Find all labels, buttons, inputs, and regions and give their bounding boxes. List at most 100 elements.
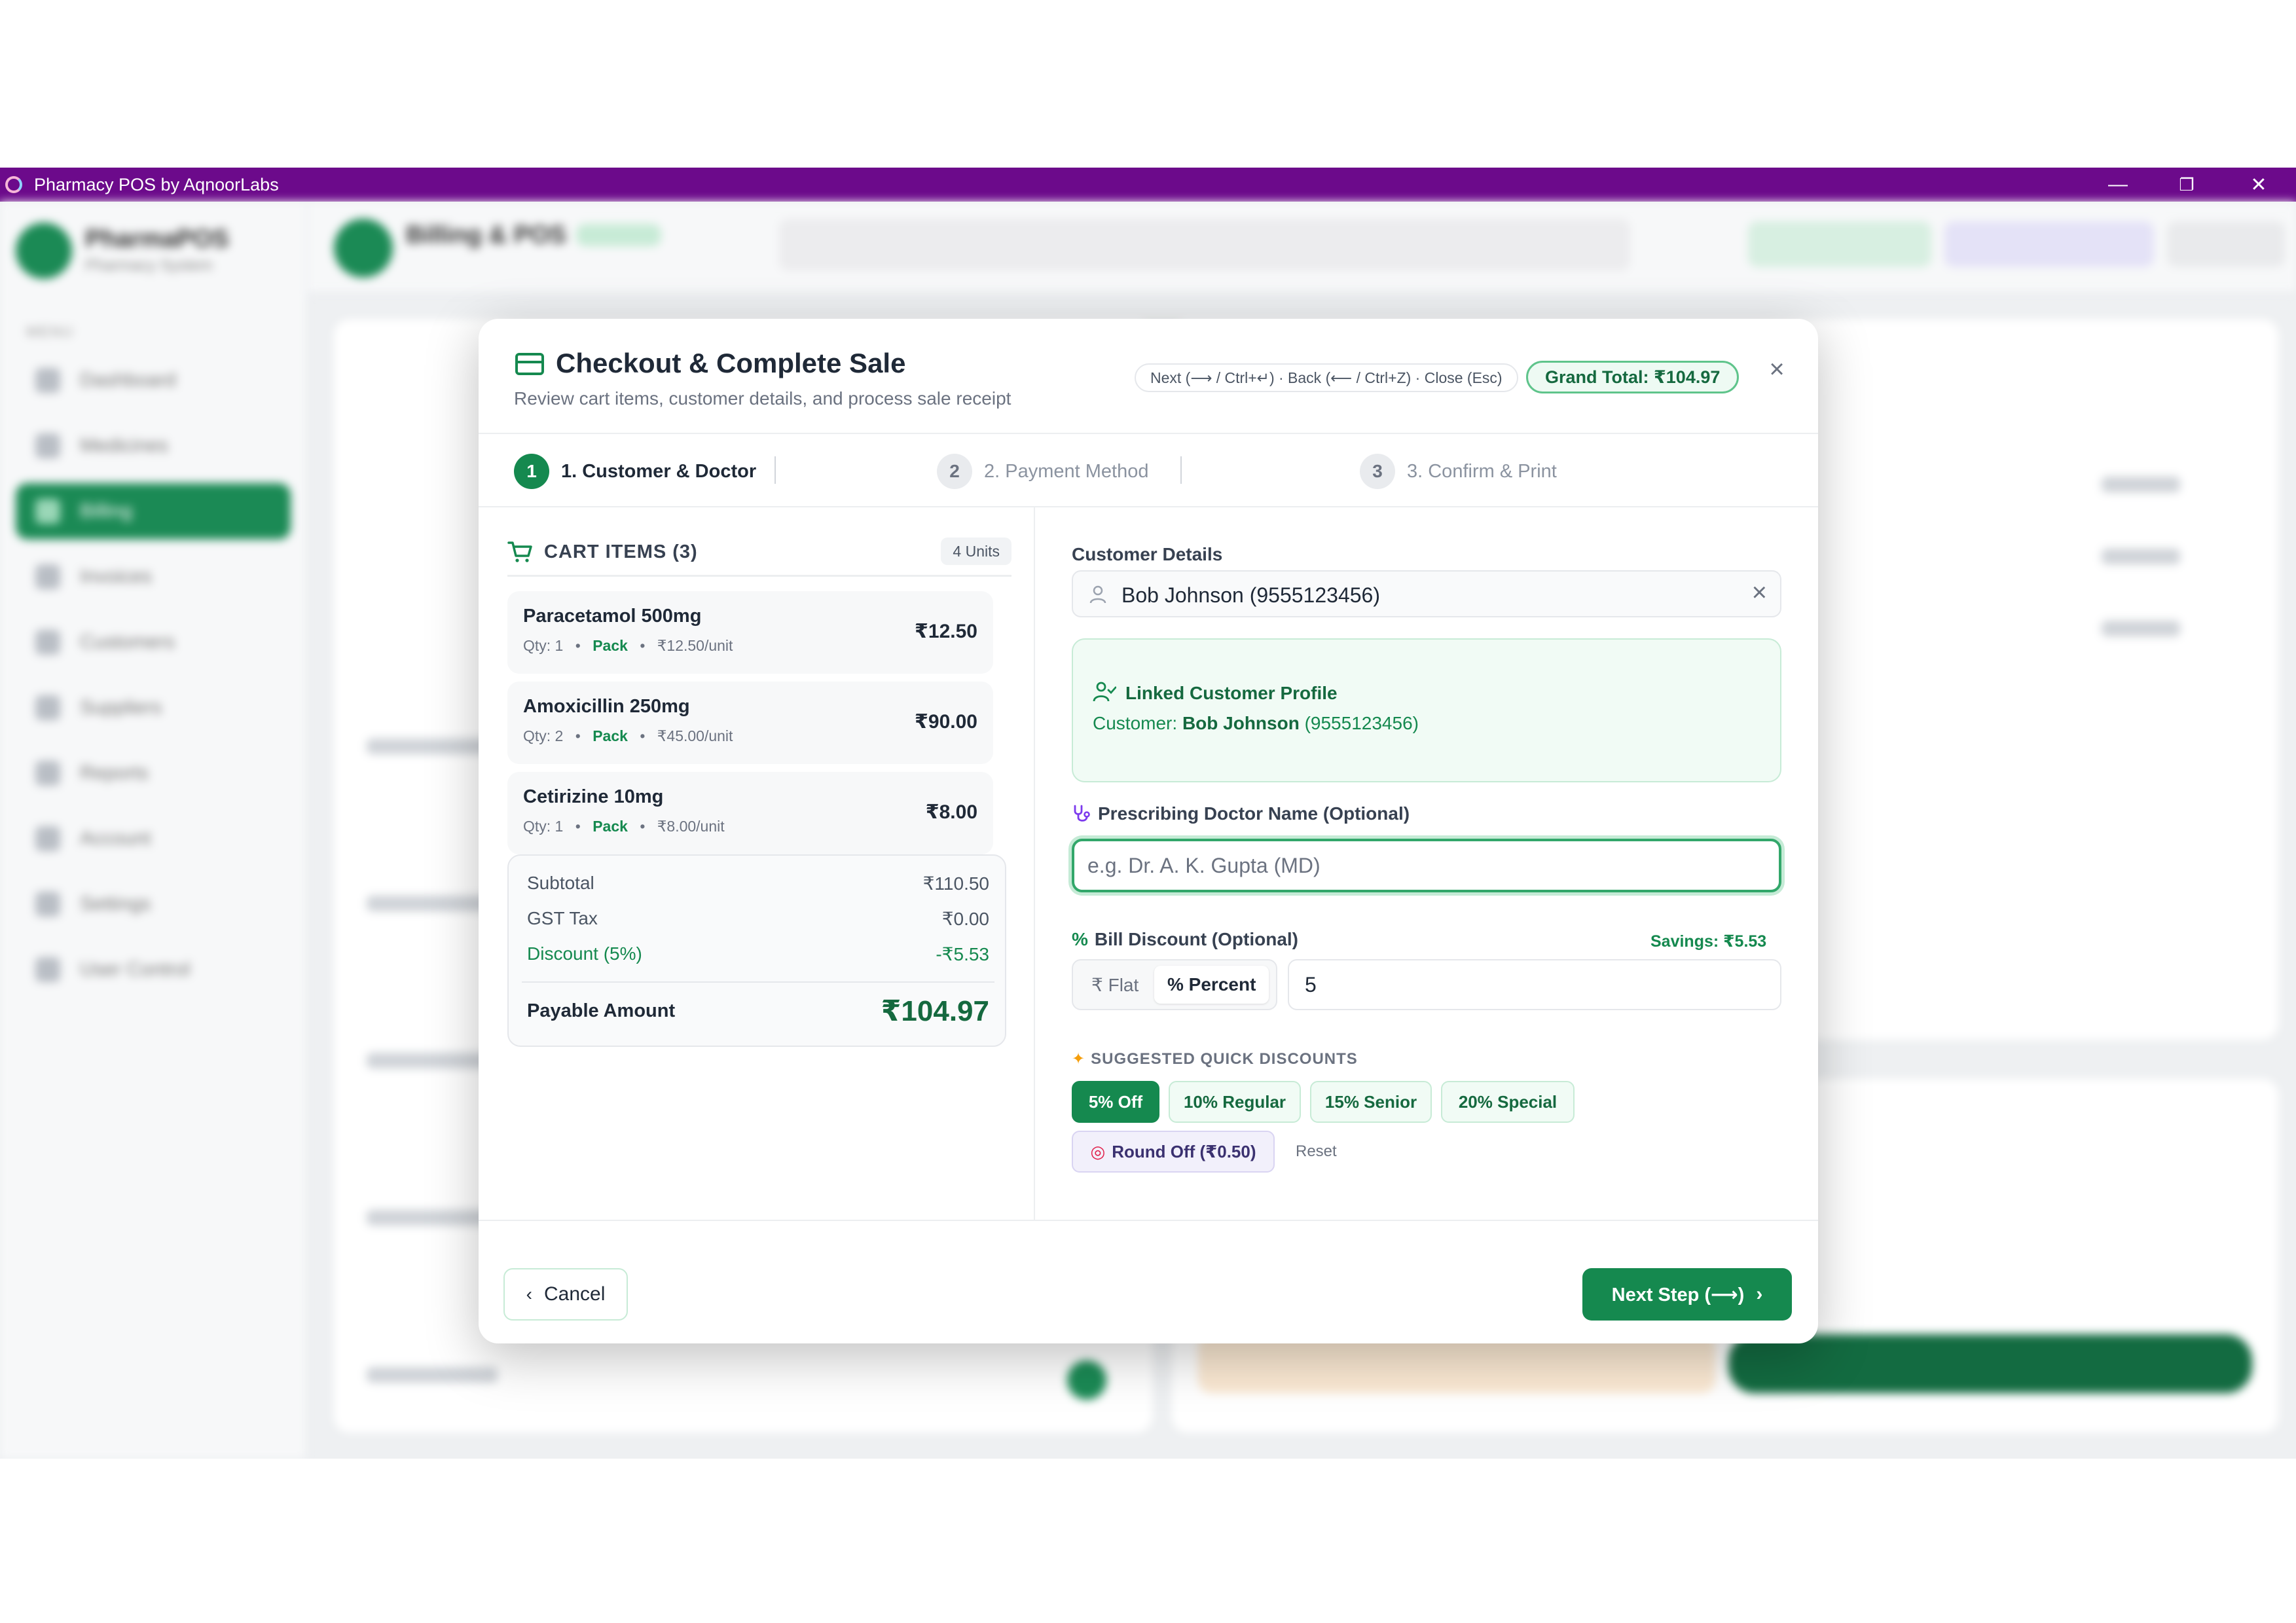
cart-item: Amoxicillin 250mg Qty: 2 • Pack • ₹45.00… bbox=[507, 682, 993, 764]
truck-icon bbox=[35, 695, 60, 720]
reports-icon bbox=[35, 761, 60, 786]
percent-mode-button[interactable]: % Percent bbox=[1154, 966, 1269, 1004]
item-price: ₹90.00 bbox=[915, 711, 977, 733]
bill-summary: Subtotal ₹110.50 GST Tax ₹0.00 Discount … bbox=[507, 854, 1006, 1047]
close-window-icon[interactable]: ✕ bbox=[2226, 168, 2291, 202]
customer-field[interactable]: Bob Johnson (9555123456) × bbox=[1072, 570, 1781, 617]
discount-value-input[interactable]: 5 bbox=[1288, 959, 1781, 1010]
placeholder-line bbox=[2102, 477, 2180, 492]
linked-profile-detail: Customer: Bob Johnson (9555123456) bbox=[1093, 713, 1419, 734]
cart-header: CART ITEMS (3) 4 Units bbox=[507, 538, 1011, 577]
chevron-left-icon: ‹ bbox=[526, 1284, 532, 1304]
stethoscope-icon bbox=[1074, 805, 1090, 822]
sidebar-item-label: Account bbox=[80, 828, 151, 849]
customer-search-input[interactable] bbox=[779, 219, 1630, 271]
sidebar-item-billing[interactable]: Billing bbox=[16, 483, 291, 539]
sidebar-menu-label: MENU bbox=[26, 323, 74, 340]
step-divider bbox=[774, 456, 776, 484]
item-unit-price: ₹45.00/unit bbox=[657, 727, 733, 744]
flat-mode-button[interactable]: ₹ Flat bbox=[1078, 966, 1152, 1004]
sidebar-item-dashboard[interactable]: Dashboard bbox=[16, 352, 291, 409]
sidebar-item-user-control[interactable]: User Control bbox=[16, 941, 291, 998]
linked-profile-title: Linked Customer Profile bbox=[1125, 683, 1338, 703]
modal-subtitle: Review cart items, customer details, and… bbox=[514, 388, 1011, 409]
dashboard-icon bbox=[35, 368, 60, 393]
next-step-button[interactable]: Next Step (⟶) › bbox=[1582, 1268, 1792, 1321]
recent-bills-button[interactable] bbox=[1748, 221, 1931, 267]
quick-discounts-label: ✦ SUGGESTED QUICK DISCOUNTS bbox=[1072, 1049, 1358, 1068]
round-off-button[interactable]: ◎ Round Off (₹0.50) bbox=[1072, 1131, 1275, 1173]
discount-label: Discount (5%) bbox=[527, 943, 642, 964]
gear-icon bbox=[35, 892, 60, 917]
restore-icon[interactable]: ❐ bbox=[2154, 168, 2219, 202]
next-step-label: Next Step (⟶) bbox=[1611, 1284, 1745, 1305]
step-label: 2. Payment Method bbox=[984, 460, 1149, 482]
customer-column: Customer Details Bob Johnson (9555123456… bbox=[1035, 507, 1818, 1220]
item-price: ₹12.50 bbox=[915, 621, 977, 642]
keyboard-shortcuts-hint: Next (⟶ / Ctrl+↵) · Back (⟵ / Ctrl+Z) · … bbox=[1135, 363, 1518, 392]
page-header: Billing & POS bbox=[308, 202, 2296, 293]
gst-label: GST Tax bbox=[527, 908, 598, 928]
reset-discount-link[interactable]: Reset bbox=[1296, 1142, 1337, 1161]
placeholder-line bbox=[2102, 621, 2180, 636]
sidebar-item-suppliers[interactable]: Suppliers bbox=[16, 680, 291, 736]
account-icon bbox=[35, 826, 60, 851]
clear-customer-icon[interactable]: × bbox=[1752, 578, 1767, 608]
shortcuts-button[interactable] bbox=[2167, 221, 2285, 267]
chip-15-senior[interactable]: 15% Senior bbox=[1310, 1081, 1432, 1123]
linked-name: Bob Johnson bbox=[1182, 713, 1300, 733]
step-confirm-print[interactable]: 3 3. Confirm & Print bbox=[1360, 454, 1557, 489]
modal-title: Checkout & Complete Sale bbox=[556, 348, 906, 378]
item-meta: Qty: 2 • Pack • ₹45.00/unit bbox=[523, 727, 733, 745]
modal-footer: ‹ Cancel Next Step (⟶) › bbox=[479, 1220, 1818, 1343]
item-unit-price: ₹8.00/unit bbox=[657, 818, 725, 835]
doctor-name-input[interactable] bbox=[1072, 839, 1781, 892]
page-title: Billing & POS bbox=[406, 221, 566, 249]
item-pack: Pack bbox=[592, 637, 628, 654]
cancel-button[interactable]: ‹ Cancel bbox=[503, 1268, 628, 1321]
sidebar-item-invoices[interactable]: Invoices bbox=[16, 549, 291, 605]
add-item-button[interactable] bbox=[1067, 1360, 1106, 1400]
item-name: Paracetamol 500mg bbox=[523, 606, 702, 627]
app-logo-icon bbox=[5, 176, 22, 193]
header-logo bbox=[334, 219, 393, 278]
doctor-label-text: Prescribing Doctor Name (Optional) bbox=[1098, 803, 1410, 824]
close-icon[interactable]: × bbox=[1760, 353, 1793, 386]
chip-10-regular[interactable]: 10% Regular bbox=[1169, 1081, 1301, 1123]
cart-item: Cetirizine 10mg Qty: 1 • Pack • ₹8.00/un… bbox=[507, 772, 993, 854]
sidebar-item-settings[interactable]: Settings bbox=[16, 876, 291, 932]
gst-row: GST Tax ₹0.00 bbox=[527, 908, 989, 930]
item-name: Amoxicillin 250mg bbox=[523, 696, 690, 717]
sidebar: PharmaPOS Pharmacy System MENU Dashboard… bbox=[0, 202, 308, 1459]
doctor-label: Prescribing Doctor Name (Optional) bbox=[1072, 803, 1410, 824]
divider bbox=[522, 981, 994, 983]
chip-20-special[interactable]: 20% Special bbox=[1441, 1081, 1575, 1123]
discount-value: -₹5.53 bbox=[936, 944, 989, 964]
brand-logo bbox=[16, 223, 72, 279]
placeholder-line bbox=[367, 739, 498, 754]
placeholder-line bbox=[367, 1367, 498, 1383]
item-name: Cetirizine 10mg bbox=[523, 786, 664, 807]
item-price: ₹8.00 bbox=[925, 801, 977, 823]
target-icon: ◎ bbox=[1090, 1141, 1106, 1161]
sidebar-item-label: Dashboard bbox=[80, 369, 176, 391]
step-payment-method[interactable]: 2 2. Payment Method bbox=[937, 454, 1148, 489]
step-customer-doctor[interactable]: 1 1. Customer & Doctor bbox=[514, 454, 756, 489]
sidebar-item-medicines[interactable]: Medicines bbox=[16, 418, 291, 474]
status-badge bbox=[576, 224, 661, 246]
counter-setup-button[interactable] bbox=[1944, 221, 2154, 267]
round-off-label: Round Off (₹0.50) bbox=[1112, 1141, 1256, 1161]
minimize-icon[interactable]: — bbox=[2085, 168, 2151, 202]
chevron-right-icon: › bbox=[1756, 1283, 1763, 1305]
item-pack: Pack bbox=[592, 818, 628, 835]
sidebar-item-label: Billing bbox=[80, 500, 133, 522]
sidebar-item-account[interactable]: Account bbox=[16, 811, 291, 867]
units-badge: 4 Units bbox=[941, 538, 1011, 565]
quick-discounts-label-text: SUGGESTED QUICK DISCOUNTS bbox=[1091, 1050, 1358, 1068]
sidebar-item-label: Customers bbox=[80, 631, 175, 653]
sidebar-item-reports[interactable]: Reports bbox=[16, 745, 291, 801]
step-label: 1. Customer & Doctor bbox=[561, 460, 757, 482]
sidebar-item-label: Settings bbox=[80, 893, 151, 915]
sidebar-item-customers[interactable]: Customers bbox=[16, 614, 291, 670]
chip-5-off[interactable]: 5% Off bbox=[1072, 1081, 1159, 1123]
